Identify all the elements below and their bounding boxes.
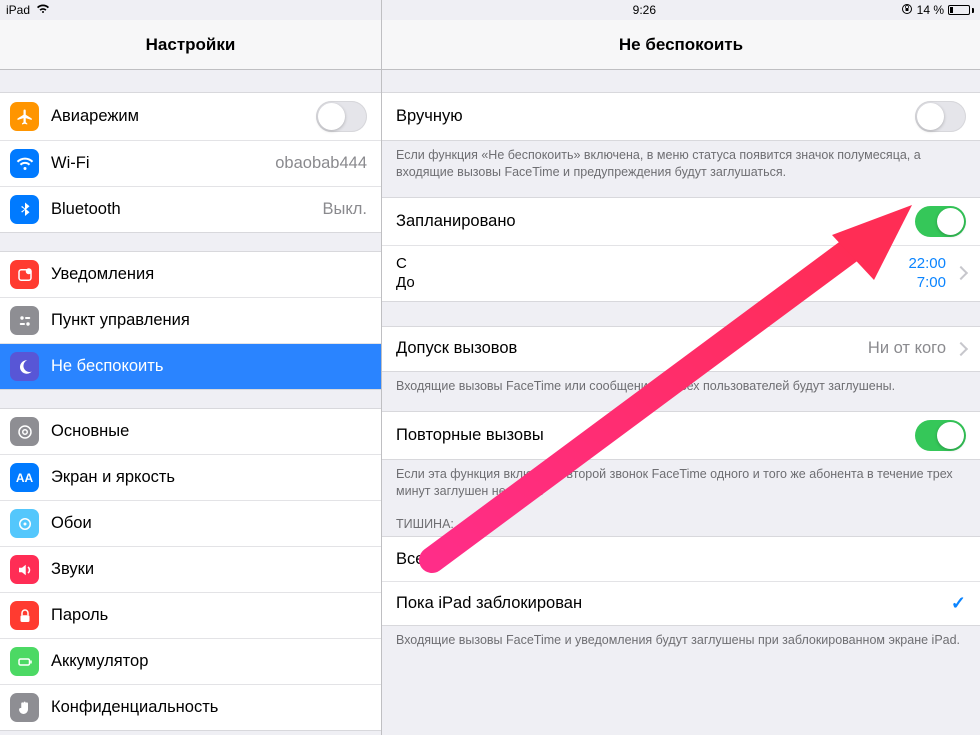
manual-row[interactable]: Вручную (382, 93, 980, 140)
silence-header: ТИШИНА: (382, 503, 980, 536)
wifi-icon (10, 149, 39, 178)
sidebar-item-bluetooth[interactable]: Bluetooth Выкл. (0, 186, 381, 232)
device-label: iPad (6, 3, 30, 17)
allow-calls-footnote: Входящие вызовы FaceTime или сообщения о… (382, 372, 980, 399)
chevron-right-icon (954, 342, 968, 356)
manual-footnote: Если функция «Не беспокоить» включена, в… (382, 141, 980, 185)
hand-icon (10, 693, 39, 722)
wifi-signal-icon (36, 3, 50, 17)
moon-icon (10, 352, 39, 381)
sidebar-title: Настройки (0, 20, 381, 70)
scheduled-row[interactable]: Запланировано (382, 198, 980, 245)
battery-status-icon (948, 5, 974, 15)
sidebar-item-display[interactable]: AA Экран и яркость (0, 454, 381, 500)
chevron-right-icon (954, 266, 968, 280)
wifi-value: obaobab444 (275, 154, 367, 173)
battery-percent: 14 % (917, 3, 944, 17)
airplane-icon (10, 102, 39, 131)
notifications-icon (10, 260, 39, 289)
sound-icon (10, 555, 39, 584)
control-center-icon (10, 306, 39, 335)
display-icon: AA (10, 463, 39, 492)
airplane-toggle[interactable] (316, 101, 367, 132)
repeated-footnote: Если эта функция включена, второй звонок… (382, 460, 980, 504)
lock-icon (10, 601, 39, 630)
status-bar-right: 9:26 14 % (382, 0, 980, 20)
allow-calls-value: Ни от кого (868, 339, 946, 358)
scheduled-toggle[interactable] (915, 206, 966, 237)
gear-icon (10, 417, 39, 446)
sidebar-item-sounds[interactable]: Звуки (0, 546, 381, 592)
sidebar-item-privacy[interactable]: Конфиденциальность (0, 684, 381, 730)
battery-icon (10, 647, 39, 676)
bluetooth-icon (10, 195, 39, 224)
schedule-from-label: С (396, 254, 407, 274)
clock: 9:26 (633, 3, 656, 17)
silence-always-row[interactable]: Всегда (382, 537, 980, 581)
schedule-time-row[interactable]: С До 22:00 7:00 (382, 245, 980, 301)
schedule-to-value: 7:00 (908, 273, 946, 293)
sidebar-item-control-center[interactable]: Пункт управления (0, 297, 381, 343)
repeated-toggle[interactable] (915, 420, 966, 451)
orientation-lock-icon (901, 3, 913, 18)
sidebar-item-wallpaper[interactable]: Обои (0, 500, 381, 546)
sidebar-item-battery[interactable]: Аккумулятор (0, 638, 381, 684)
bluetooth-value: Выкл. (323, 200, 367, 219)
repeated-calls-row[interactable]: Повторные вызовы (382, 412, 980, 459)
checkmark-icon: ✓ (951, 593, 966, 614)
sidebar-item-wifi[interactable]: Wi-Fi obaobab444 (0, 140, 381, 186)
sidebar-item-notifications[interactable]: Уведомления (0, 252, 381, 297)
sidebar-item-airplane[interactable]: Авиарежим (0, 93, 381, 140)
manual-toggle[interactable] (915, 101, 966, 132)
detail-title: Не беспокоить (382, 20, 980, 70)
schedule-to-label: До (396, 273, 415, 293)
wallpaper-icon (10, 509, 39, 538)
status-bar-left: iPad (0, 0, 381, 20)
allow-calls-row[interactable]: Допуск вызовов Ни от кого (382, 327, 980, 371)
schedule-from-value: 22:00 (908, 254, 946, 274)
sidebar-item-passcode[interactable]: Пароль (0, 592, 381, 638)
sidebar-item-general[interactable]: Основные (0, 409, 381, 454)
silence-footnote: Входящие вызовы FaceTime и уведомления б… (382, 626, 980, 653)
silence-locked-row[interactable]: Пока iPad заблокирован ✓ (382, 581, 980, 625)
sidebar-item-dnd[interactable]: Не беспокоить (0, 343, 381, 389)
